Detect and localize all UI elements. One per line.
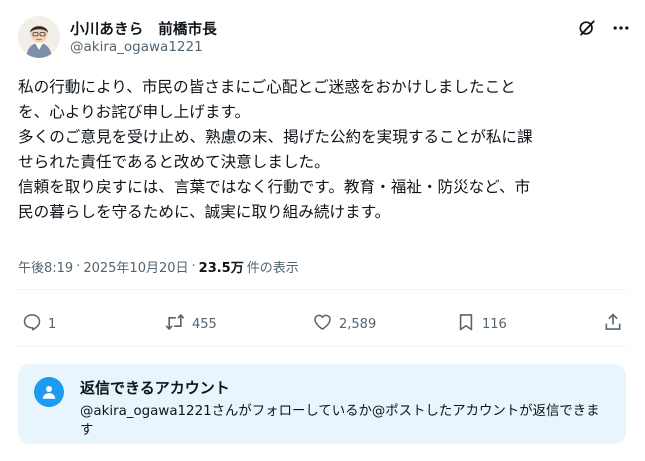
reply-restriction-title: 返信できるアカウント — [80, 379, 230, 397]
tweet-line: 私の行動により、市民の皆さまにご心配とご迷惑をおかけしましたこと — [18, 78, 516, 96]
bookmark-button[interactable]: 116 — [456, 312, 507, 336]
tweet-line: 信頼を取り戻すには、言葉ではなく行動です。教育・福祉・防災など、市 — [18, 178, 531, 196]
meta-separator: · — [191, 259, 196, 274]
more-icon[interactable] — [611, 18, 631, 38]
retweet-button[interactable]: 455 — [164, 312, 217, 336]
tweet-line: せられた責任であると改めて決意しました。 — [18, 153, 330, 171]
header-icons — [577, 18, 631, 38]
tweet-date[interactable]: 2025年10月20日 — [83, 257, 188, 276]
tweet-line: 多くのご意見を受け止め、熟慮の末、掲げた公約を実現することが私に課 — [18, 128, 533, 146]
retweet-count: 455 — [192, 316, 217, 332]
views-label[interactable]: 件の表示 — [247, 257, 299, 276]
at-user-icon — [34, 377, 64, 407]
meta-separator: · — [76, 259, 81, 274]
avatar[interactable] — [18, 16, 60, 58]
grok-icon[interactable] — [577, 18, 597, 38]
display-name[interactable]: 小川あきら 前橋市長 — [70, 18, 217, 39]
share-button[interactable] — [603, 312, 623, 336]
author-handle[interactable]: @akira_ogawa1221 — [70, 39, 203, 55]
reply-icon — [22, 312, 42, 336]
tweet-header: 小川あきら 前橋市長 @akira_ogawa1221 — [18, 14, 631, 64]
like-count: 2,589 — [339, 316, 377, 332]
bookmark-count: 116 — [482, 316, 507, 332]
action-bar: 1 455 2,589 116 — [18, 312, 627, 336]
author-name-row[interactable]: 小川あきら 前橋市長 — [70, 18, 217, 39]
divider — [18, 289, 627, 290]
reply-button[interactable]: 1 — [22, 312, 56, 336]
tweet-time[interactable]: 午後8:19 — [18, 257, 73, 276]
tweet-line: 民の暮らしを守るために、誠実に取り組み続けます。 — [18, 203, 391, 221]
share-icon — [603, 312, 623, 336]
divider — [18, 346, 627, 347]
bookmark-icon — [456, 312, 476, 336]
tweet-meta: 午後8:19 · 2025年10月20日 · 23.5万 件の表示 — [18, 257, 299, 276]
tweet-text: 私の行動により、市民の皆さまにご心配とご迷惑をおかけしましたこと を、心よりお詫… — [18, 75, 630, 225]
like-button[interactable]: 2,589 — [312, 312, 376, 336]
reply-restriction-card: 返信できるアカウント @akira_ogawa1221さんがフォローしているか@… — [18, 364, 626, 444]
like-icon — [312, 312, 333, 336]
reply-restriction-description: @akira_ogawa1221さんがフォローしているか@ポストしたアカウントが… — [80, 404, 600, 438]
views-count[interactable]: 23.5万 — [199, 257, 244, 276]
tweet-line: を、心よりお詫び申し上げます。 — [18, 103, 251, 121]
retweet-icon — [164, 312, 186, 336]
reply-count: 1 — [48, 316, 57, 332]
